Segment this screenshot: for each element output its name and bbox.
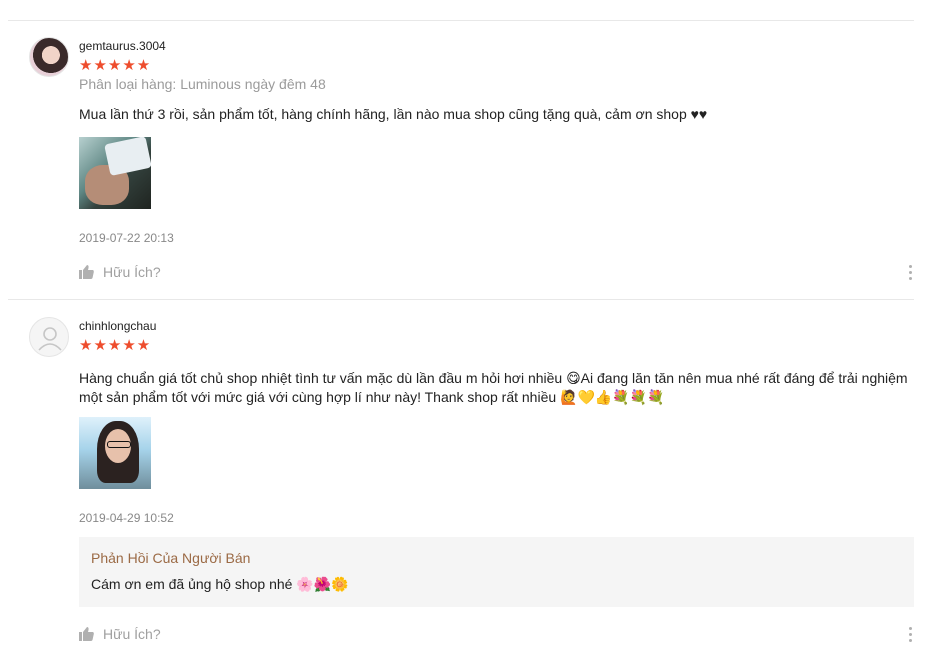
seller-reply-title: Phản Hồi Của Người Bán — [91, 550, 251, 566]
review-datetime: 2019-04-29 10:52 — [79, 511, 174, 525]
top-divider — [8, 20, 914, 21]
seller-reply-text: Cám ơn em đã ủng hộ shop nhé 🌸🌺🌼 — [91, 576, 349, 592]
review-comment: Hàng chuẩn giá tốt chủ shop nhiệt tình t… — [79, 370, 908, 405]
product-variation: Phân loại hàng: Luminous ngày đêm 48 — [79, 76, 326, 92]
review-image[interactable] — [79, 137, 151, 209]
helpful-button[interactable]: Hữu Ích? — [79, 264, 161, 280]
more-options-icon[interactable] — [909, 627, 913, 645]
rating-stars: ★★★★★ — [79, 57, 152, 74]
user-avatar[interactable] — [29, 37, 69, 77]
more-options-icon[interactable] — [909, 265, 913, 283]
review-image[interactable] — [79, 417, 151, 489]
review-username[interactable]: gemtaurus.3004 — [79, 39, 166, 53]
helpful-label: Hữu Ích? — [103, 626, 161, 642]
seller-reply-box: Phản Hồi Của Người Bán Cám ơn em đã ủng … — [79, 537, 914, 607]
glasses-shape — [107, 441, 131, 448]
review-username[interactable]: chinhlongchau — [79, 319, 156, 333]
product-jar-shape — [104, 137, 151, 177]
default-avatar-icon[interactable] — [29, 317, 69, 357]
thumbs-up-icon — [79, 627, 94, 641]
user-silhouette-icon — [38, 327, 62, 351]
rating-stars: ★★★★★ — [79, 337, 152, 354]
review-comment: Mua lần thứ 3 rồi, sản phẩm tốt, hàng ch… — [79, 106, 708, 122]
thumbs-up-icon — [79, 265, 94, 279]
review-datetime: 2019-07-22 20:13 — [79, 231, 174, 245]
helpful-button[interactable]: Hữu Ích? — [79, 626, 161, 642]
helpful-label: Hữu Ích? — [103, 264, 161, 280]
review-divider — [8, 299, 914, 300]
